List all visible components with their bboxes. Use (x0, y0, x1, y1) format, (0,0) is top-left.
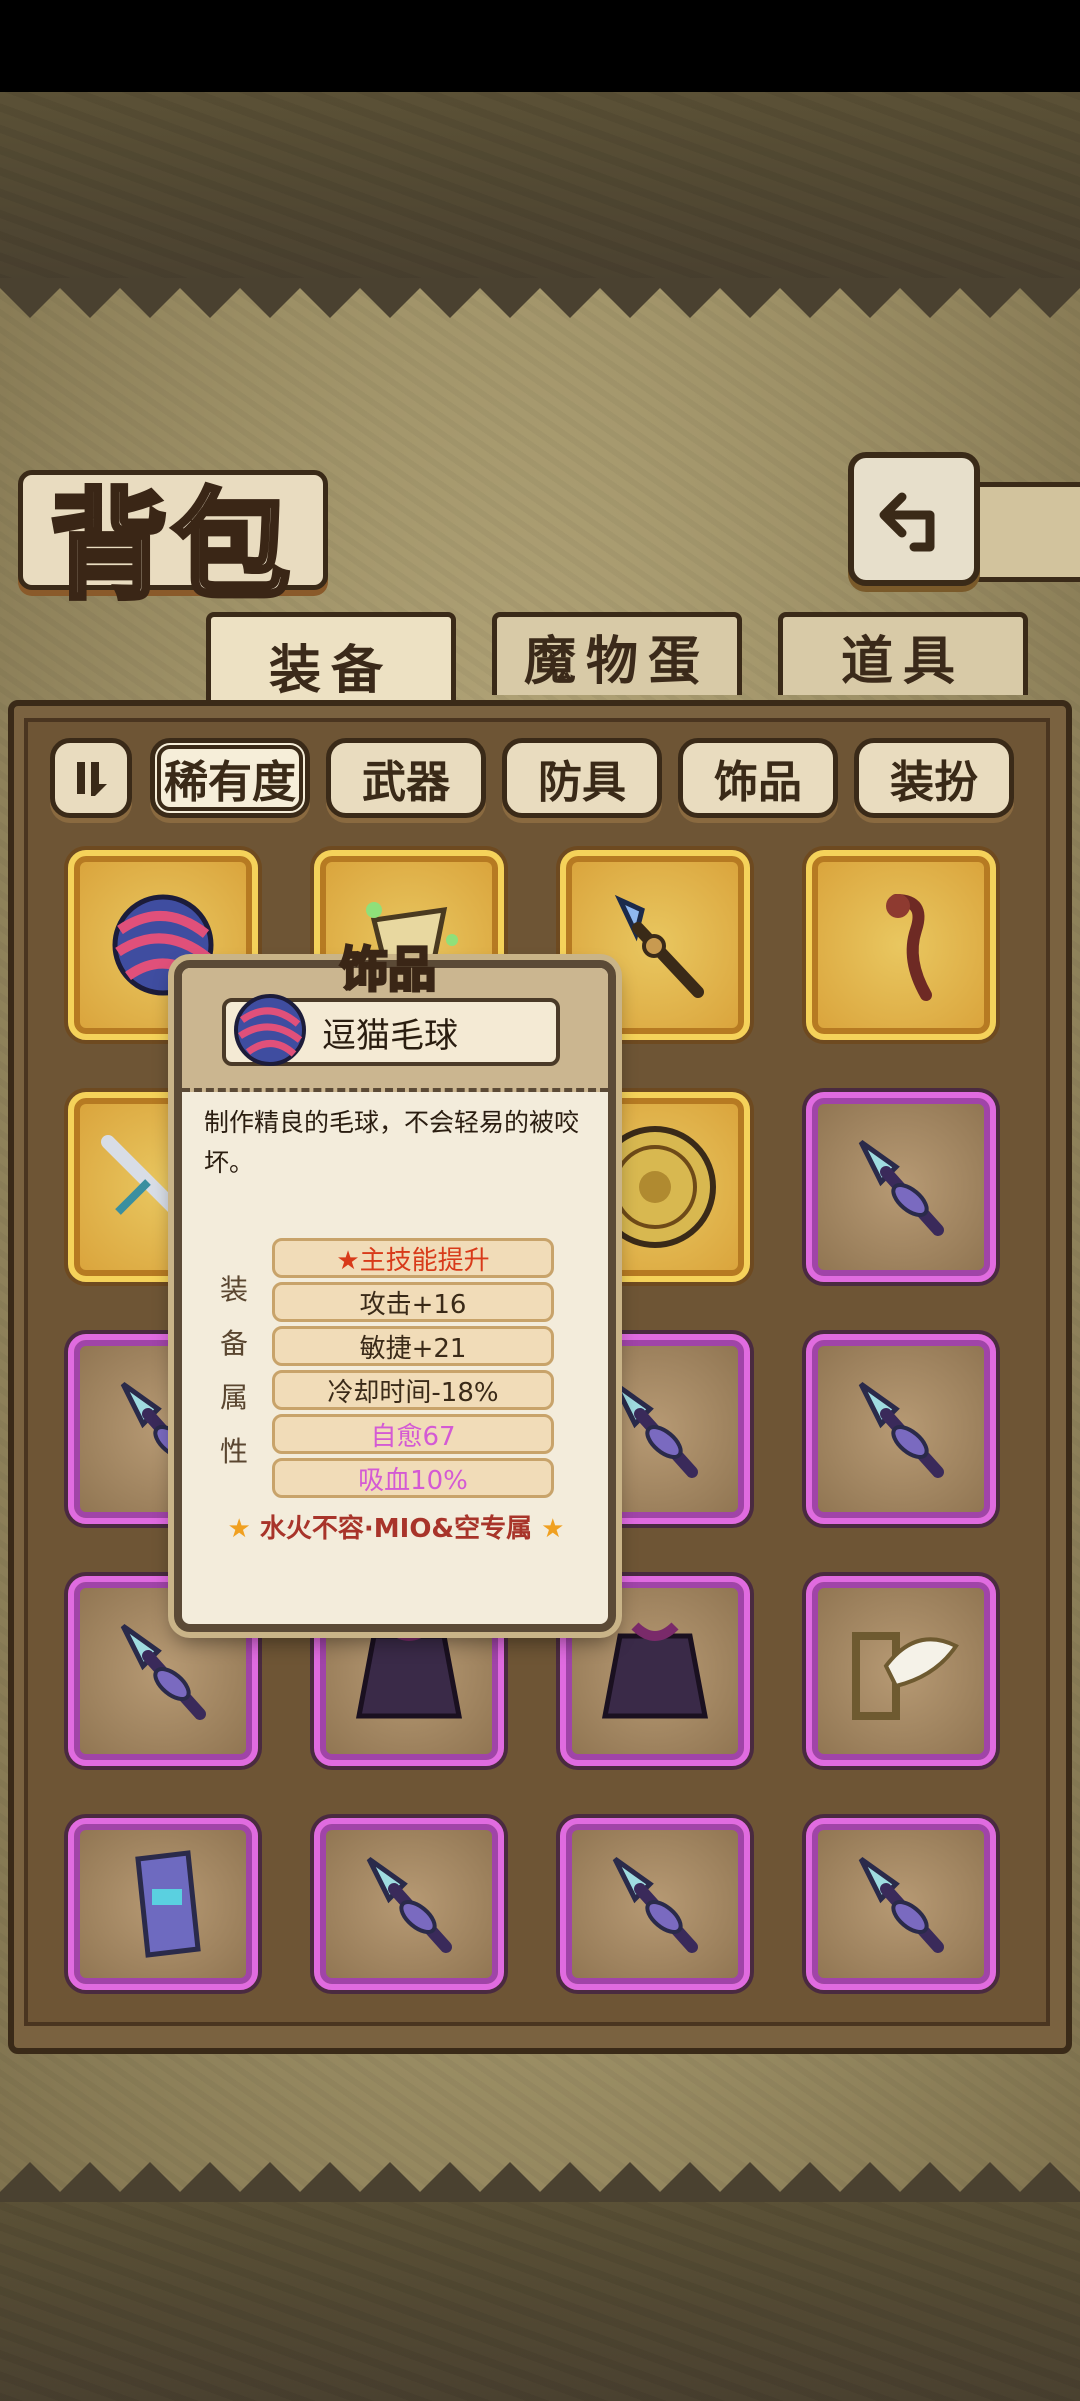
attribute-row: 敏捷+21 (272, 1326, 554, 1366)
item-detail-popup: 逗猫毛球 制作精良的毛球，不会轻易的被咬坏。 装备属性 ★主技能提升 攻击+16 敏… (174, 960, 616, 1632)
inventory-slot[interactable] (806, 1092, 996, 1282)
filter-armor[interactable]: 防具 (502, 738, 662, 818)
star-icon: ★ (227, 1514, 251, 1544)
filter-accessory[interactable]: 饰品 (678, 738, 838, 818)
sort-toggle-button[interactable] (50, 738, 132, 818)
attr-side-label: 性 (220, 1435, 249, 1468)
filter-accessory-label: 饰品 (714, 757, 802, 808)
drill-lance-icon (858, 1381, 944, 1478)
dove-harp-icon (852, 1632, 959, 1720)
filter-armor-label: 防具 (538, 757, 626, 808)
exclusive-line: ★ 水火不容·MIO&空专属 ★ (206, 1508, 586, 1545)
sort-icon (77, 762, 107, 796)
item-description: 制作精良的毛球，不会轻易的被咬坏。 (204, 1108, 580, 1177)
drill-lance-icon (366, 1856, 452, 1953)
filter-rarity-label: 稀有度 (164, 757, 296, 808)
inventory-slot[interactable] (806, 1818, 996, 1990)
item-name: 逗猫毛球 (322, 1015, 458, 1056)
tab-items-label: 道具 (840, 631, 965, 692)
tab-equipment[interactable]: 装备 (206, 612, 456, 713)
back-button[interactable] (848, 452, 980, 586)
top-dark-band (0, 92, 1080, 282)
attribute-row: 攻击+16 (272, 1282, 554, 1322)
attr-side-label: 属 (220, 1381, 249, 1414)
inventory-slot[interactable] (806, 1576, 996, 1766)
popup-category-label: 饰品 (338, 941, 437, 1000)
inventory-slot[interactable] (68, 1818, 258, 1990)
filter-weapon[interactable]: 武器 (326, 738, 486, 818)
inventory-slot[interactable] (806, 1334, 996, 1524)
attribute-row: 自愈67 (272, 1414, 554, 1454)
tab-monster-eggs-label: 魔物蛋 (523, 631, 710, 692)
attribute-row: 吸血10% (272, 1458, 554, 1498)
inventory-slot[interactable] (560, 1818, 750, 1990)
drill-lance-icon (612, 1856, 698, 1953)
bottom-zigzag (0, 2162, 1080, 2202)
top-zigzag (0, 278, 1080, 318)
inventory-slot[interactable] (806, 850, 996, 1040)
exclusive-text: 水火不容·MIO&空专属 (259, 1514, 533, 1544)
filter-costume-label: 装扮 (890, 757, 978, 808)
attr-side-label: 装 (220, 1273, 249, 1306)
filter-costume[interactable]: 装扮 (854, 738, 1014, 818)
tab-items[interactable]: 道具 (778, 612, 1028, 695)
page-title: 背包 (47, 475, 295, 618)
drill-lance-icon (858, 1139, 944, 1236)
bracer-icon (135, 1850, 201, 1958)
status-bar (0, 0, 1080, 92)
staff-icon (886, 894, 932, 1001)
yarn-ball-icon (234, 994, 306, 1066)
back-button-tail (970, 482, 1080, 582)
filter-rarity[interactable]: 稀有度 (150, 738, 310, 818)
inventory-slot[interactable] (314, 1818, 504, 1990)
attr-side-label: 备 (220, 1327, 249, 1360)
bottom-dark-band (0, 2200, 1080, 2401)
star-icon: ★ (541, 1514, 565, 1544)
drill-lance-icon (858, 1856, 944, 1953)
back-arrow-icon (879, 492, 935, 552)
tab-monster-eggs[interactable]: 魔物蛋 (492, 612, 742, 695)
attribute-row: 冷却时间-18% (272, 1370, 554, 1410)
filter-weapon-label: 武器 (362, 757, 450, 808)
tab-equipment-label: 装备 (268, 640, 393, 701)
attribute-row: ★主技能提升 (272, 1238, 554, 1278)
